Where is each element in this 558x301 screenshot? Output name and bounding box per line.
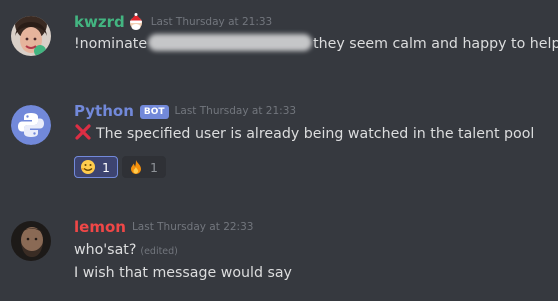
santa-hat-icon — [127, 13, 145, 31]
message-header: kwzrd Last Thursday at 21:33 — [74, 12, 272, 32]
username[interactable]: kwzrd — [74, 12, 125, 32]
username[interactable]: lemon — [74, 217, 126, 237]
avatar[interactable] — [11, 221, 51, 261]
reaction-count: 1 — [102, 159, 110, 175]
message-text-prefix: !nominate — [74, 36, 148, 52]
message-content: I wish that message would say — [74, 263, 292, 283]
bot-badge: BOT — [139, 104, 169, 119]
message-text: who'sat? — [74, 242, 137, 258]
chat-messages: kwzrd Last Thursday at 21:33 !nominate th… — [0, 0, 558, 301]
edited-label: (edited) — [140, 246, 178, 257]
message-content: The specified user is already being watc… — [74, 123, 534, 144]
redacted-mention — [148, 34, 313, 51]
message-content: who'sat? (edited) — [74, 240, 178, 262]
face-emoji-icon — [80, 159, 96, 175]
message-text: I wish that message would say — [74, 265, 292, 281]
avatar[interactable] — [11, 16, 51, 56]
avatar[interactable] — [11, 105, 51, 145]
message-text-suffix: they seem calm and happy to help — [313, 36, 558, 52]
message-text: The specified user is already being watc… — [96, 126, 535, 142]
timestamp: Last Thursday at 21:33 — [174, 105, 297, 117]
reactions-bar: 1 1 — [74, 156, 166, 178]
timestamp: Last Thursday at 22:33 — [131, 221, 254, 233]
timestamp: Last Thursday at 21:33 — [150, 16, 273, 28]
message-content: !nominate they seem calm and happy to hel… — [74, 34, 558, 54]
reaction-count: 1 — [149, 159, 158, 175]
cross-mark-icon — [74, 123, 92, 141]
reaction-face[interactable]: 1 — [74, 156, 118, 178]
username[interactable]: Python — [74, 101, 134, 121]
message-header: Python BOT Last Thursday at 21:33 — [74, 101, 296, 121]
fire-emoji-icon — [128, 159, 144, 175]
message-header: lemon Last Thursday at 22:33 — [74, 217, 253, 237]
reaction-fire[interactable]: 1 — [121, 156, 166, 178]
